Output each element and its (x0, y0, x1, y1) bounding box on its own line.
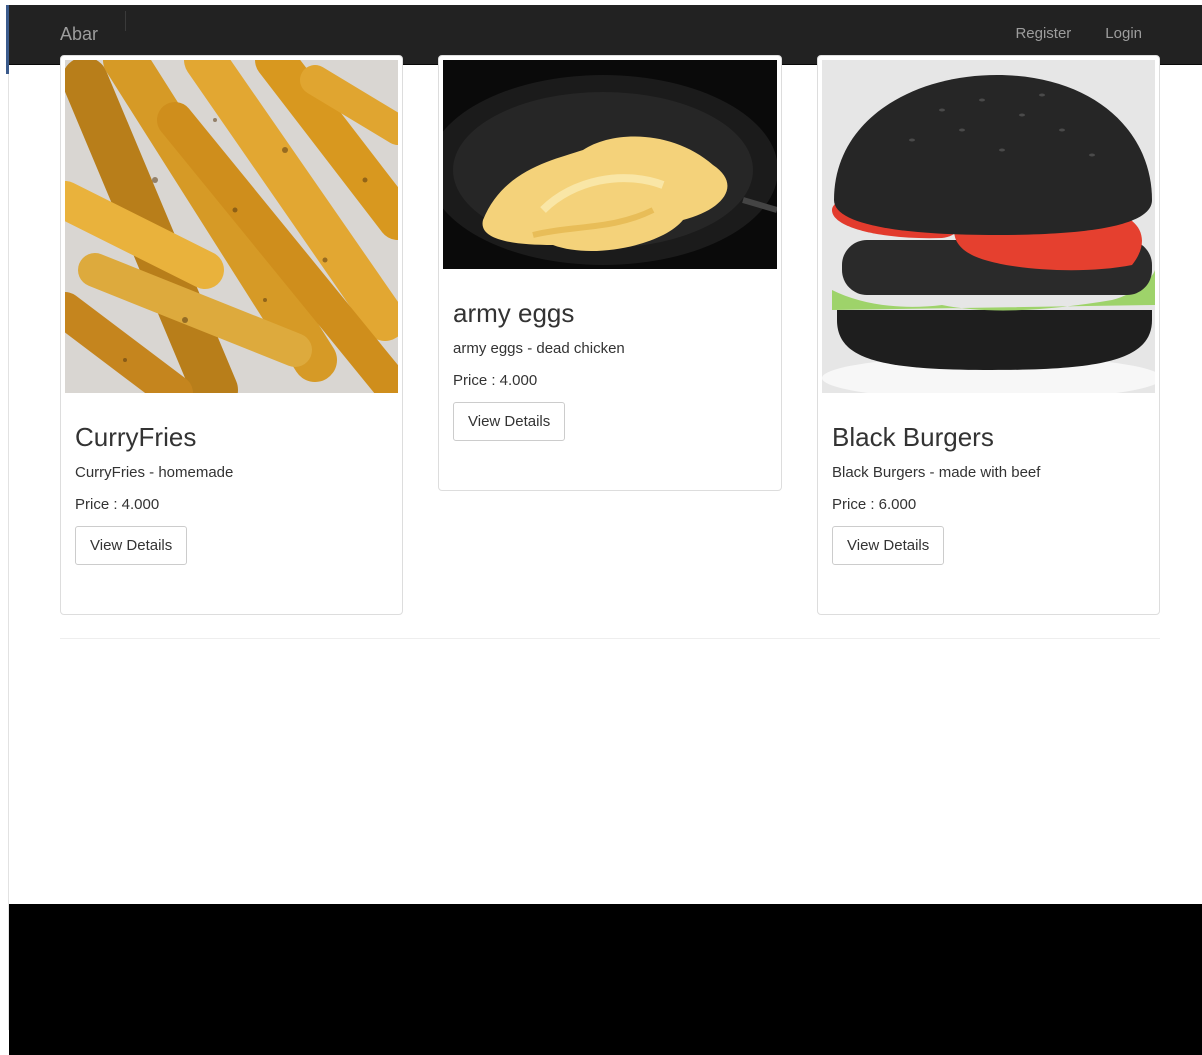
view-details-button[interactable]: View Details (75, 526, 188, 565)
edge-line (8, 74, 9, 1030)
product-image-black-burgers (822, 60, 1155, 393)
product-title: army eggs (453, 298, 575, 328)
product-price: Price : 4.000 (75, 496, 160, 513)
browser-edge (0, 0, 9, 1055)
nav-register-link[interactable]: Register (1015, 25, 1071, 43)
product-image-curryfries (65, 60, 398, 393)
product-price: Price : 6.000 (832, 496, 917, 513)
product-image-army-eggs (443, 60, 777, 269)
product-title: CurryFries (75, 422, 197, 452)
brand-link[interactable]: Abar (60, 24, 98, 44)
nav-right: Register Login (1015, 25, 1142, 43)
view-details-button[interactable]: View Details (832, 526, 945, 565)
view-details-button[interactable]: View Details (453, 402, 566, 441)
product-caption: CurryFries CurryFries - homemade Price :… (65, 393, 398, 565)
footer (9, 904, 1202, 1055)
product-description: Black Burgers - made with beef (832, 464, 1041, 481)
product-title: Black Burgers (832, 422, 994, 452)
product-description: army eggs - dead chicken (453, 340, 625, 357)
product-card-curryfries: CurryFries CurryFries - homemade Price :… (60, 55, 403, 615)
product-caption: Black Burgers Black Burgers - made with … (822, 393, 1155, 565)
section-divider (60, 638, 1160, 639)
product-caption: army eggs army eggs - dead chicken Price… (443, 269, 777, 441)
product-description: CurryFries - homemade (75, 464, 234, 481)
product-card-army-eggs: army eggs army eggs - dead chicken Price… (438, 55, 782, 491)
brand-divider (125, 11, 126, 31)
product-price: Price : 4.000 (453, 372, 538, 389)
product-card-black-burgers: Black Burgers Black Burgers - made with … (817, 55, 1160, 615)
nav-login-link[interactable]: Login (1105, 25, 1142, 43)
